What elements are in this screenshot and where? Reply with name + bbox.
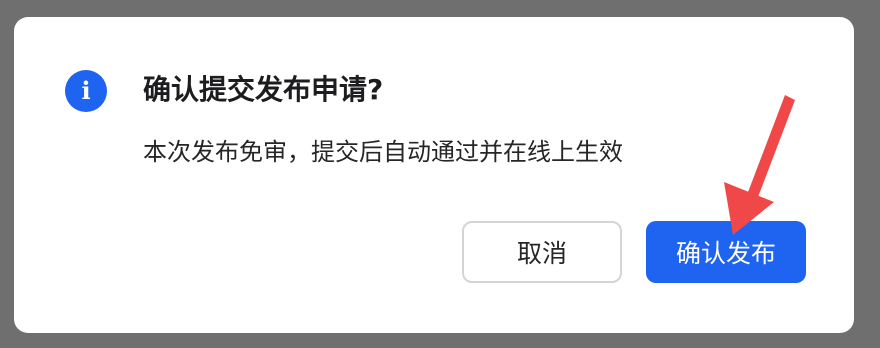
confirm-publish-button[interactable]: 确认发布 [646,221,806,283]
cancel-button[interactable]: 取消 [462,221,622,283]
info-icon: i [65,70,107,112]
dialog-message: 本次发布免审，提交后自动通过并在线上生效 [143,138,623,166]
dialog-title: 确认提交发布申请? [143,73,384,106]
confirm-dialog: i 确认提交发布申请? 本次发布免审，提交后自动通过并在线上生效 取消 确认发布 [14,17,854,333]
